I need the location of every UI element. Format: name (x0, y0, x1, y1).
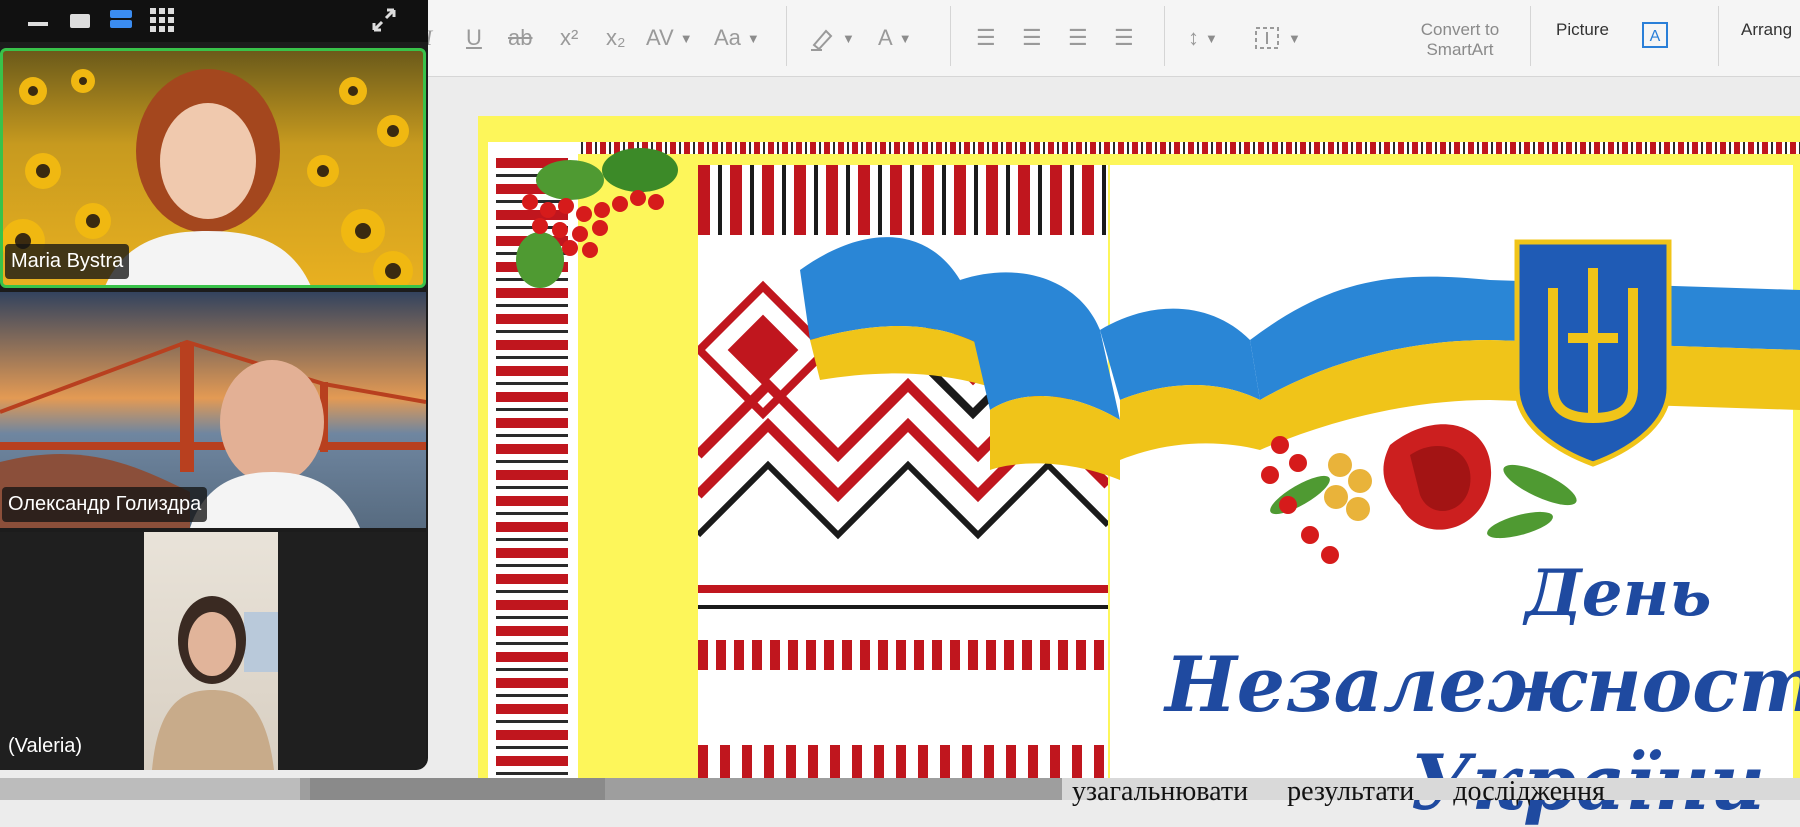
chevron-down-icon: ▼ (1288, 30, 1301, 46)
document-text: узагальнювати результати дослідження (1072, 776, 1605, 807)
strikethrough-button[interactable]: ab (508, 22, 532, 54)
underline-icon: U (466, 25, 482, 50)
toolbar-divider (786, 6, 787, 66)
chevron-down-icon: ▼ (1205, 30, 1218, 46)
line-spacing-button[interactable]: ↕ ▼ (1188, 22, 1218, 54)
speaker-view-icon[interactable] (70, 14, 90, 28)
minimize-icon[interactable] (28, 22, 48, 26)
arrange-tab[interactable]: Arrang (1741, 20, 1792, 40)
toolbar-divider (1164, 6, 1165, 66)
align-center-icon: ☰ (1022, 25, 1042, 50)
slide-title-line-2: Незалежності (1165, 640, 1800, 729)
highlighter-icon (811, 29, 833, 51)
slide-title-line-1: День (1525, 556, 1712, 631)
align-center-button[interactable]: ☰ (1022, 22, 1042, 54)
justify-icon: ☰ (1114, 25, 1134, 50)
superscript-button[interactable]: x² (560, 22, 578, 54)
participant-name: Maria Bystra (5, 244, 130, 279)
participant-tile[interactable]: Maria Bystra (0, 48, 426, 288)
toolbar-divider (950, 6, 951, 66)
text-color-button[interactable]: A ▼ (878, 22, 912, 54)
align-right-button[interactable]: ☰ (1068, 22, 1088, 54)
align-left-icon: ☰ (976, 25, 996, 50)
chevron-down-icon: ▼ (842, 30, 855, 46)
character-spacing-icon: AV (646, 25, 674, 50)
line-spacing-icon: ↕ (1188, 25, 1199, 50)
align-right-icon: ☰ (1068, 25, 1088, 50)
picture-style-icon[interactable]: A (1642, 22, 1668, 48)
gallery-view-icon[interactable] (150, 8, 174, 32)
expand-icon[interactable] (370, 6, 398, 34)
video-gallery: Maria Bystra Олександр Голиздра (Valeria… (0, 0, 428, 770)
change-case-icon: Aa (714, 25, 741, 50)
chevron-down-icon: ▼ (679, 30, 693, 46)
chevron-down-icon: ▼ (746, 30, 760, 46)
picture-tab[interactable]: Picture (1556, 20, 1609, 40)
participant-tile[interactable]: Олександр Голиздра (0, 292, 426, 528)
participant-tile[interactable]: (Valeria) (0, 532, 426, 770)
viburnum-berries-icon (516, 148, 678, 288)
strikethrough-icon: ab (508, 25, 533, 50)
superscript-icon: x² (560, 25, 579, 50)
participant-video (144, 532, 278, 770)
chevron-down-icon: ▼ (898, 30, 912, 46)
participant-name: (Valeria) (8, 735, 83, 757)
highlight-color-button[interactable]: ▼ (808, 22, 855, 54)
underline-button[interactable]: U (466, 22, 482, 54)
justify-button[interactable]: ☰ (1114, 22, 1134, 54)
participant-avatar (152, 596, 278, 770)
change-case-button[interactable]: Aa ▼ (714, 22, 760, 54)
align-left-button[interactable]: ☰ (976, 22, 996, 54)
character-spacing-button[interactable]: AV ▼ (646, 22, 693, 54)
text-color-icon: A (878, 25, 893, 50)
text-box-options-button[interactable]: ▼ (1252, 22, 1301, 54)
subscript-button[interactable]: x₂ (606, 22, 626, 54)
strip-view-icon[interactable] (110, 10, 132, 18)
convert-to-smartart-button[interactable]: Convert to SmartArt (1398, 20, 1522, 60)
gallery-controls (0, 0, 428, 42)
toolbar-divider (1530, 6, 1531, 66)
text-box-icon (1255, 27, 1279, 49)
toolbar-divider (1718, 6, 1719, 66)
subscript-icon: x₂ (606, 25, 626, 50)
participant-name: Олександр Голиздра (2, 487, 208, 522)
